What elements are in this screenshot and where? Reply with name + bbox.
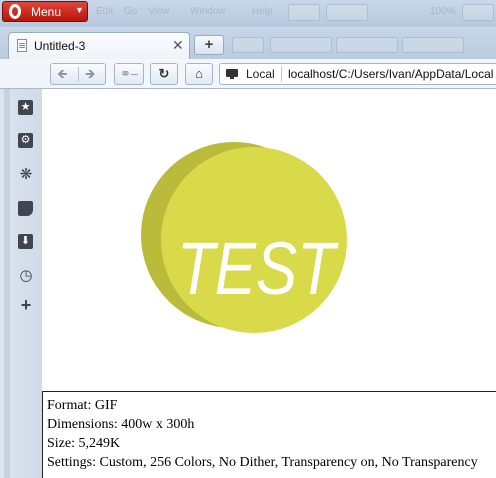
- notes-icon[interactable]: [17, 200, 35, 218]
- page-content: TEST: [42, 89, 496, 391]
- security-label[interactable]: Local: [246, 67, 275, 81]
- faint-toolbar-box: [270, 37, 332, 53]
- menu-label: Menu: [31, 5, 62, 19]
- bookmarks-icon[interactable]: ★: [17, 99, 35, 117]
- plus-icon: +: [204, 36, 214, 53]
- reload-icon: ↻: [158, 66, 170, 81]
- key-icon: ⚭–: [119, 66, 139, 81]
- size-line: Size: 5,249K: [47, 436, 121, 451]
- tab-strip: Untitled-3 ✕ +: [0, 27, 496, 59]
- menubar-faint-item: Go: [124, 6, 138, 17]
- settings-line: Settings: Custom, 256 Colors, No Dither,…: [47, 455, 478, 470]
- key-button[interactable]: ⚭–: [114, 63, 144, 85]
- faint-toolbar-box: [402, 37, 464, 53]
- menubar-faint-item: Edit: [96, 6, 114, 17]
- faint-toolbar-box: [336, 37, 398, 53]
- image-info-panel: Format: GIF Dimensions: 400w x 300h Size…: [42, 391, 496, 478]
- sidebar-panel: ★ ⚙ ❋ ⬇ ◷ +: [0, 89, 42, 478]
- opera-menu-button[interactable]: Menu ▼: [2, 1, 88, 22]
- format-line: Format: GIF: [47, 398, 118, 413]
- menubar-faint-item: Help: [252, 6, 273, 17]
- downloads-icon[interactable]: ⬇: [17, 233, 35, 251]
- back-icon[interactable]: 🡸: [57, 64, 68, 83]
- opera-logo-icon: [9, 4, 21, 19]
- tab-title: Untitled-3: [34, 39, 86, 53]
- faint-toolbar-box: [232, 37, 264, 53]
- new-tab-button[interactable]: +: [194, 35, 224, 55]
- home-button[interactable]: ⌂: [185, 63, 213, 85]
- address-bar[interactable]: Local localhost/C:/Users/Ivan/AppData/Lo…: [219, 63, 496, 85]
- monitor-icon: [226, 69, 238, 79]
- title-bar: Menu ▼ Edit Go View Window Help 100%: [0, 0, 496, 27]
- address-toolbar: 🡸 🡺 ⚭– ↻ ⌂ Local localhost/C:/Users/Ivan…: [0, 59, 496, 89]
- faint-toolbar-box: [288, 4, 320, 21]
- reload-button[interactable]: ↻: [150, 63, 178, 85]
- test-logo-image: TEST: [141, 142, 347, 333]
- dimensions-line: Dimensions: 400w x 300h: [47, 417, 195, 432]
- close-tab-icon[interactable]: ✕: [172, 37, 184, 54]
- chevron-down-icon: ▼: [75, 5, 84, 15]
- settings-icon[interactable]: ⚙: [17, 132, 35, 150]
- faint-toolbar-box: [326, 4, 368, 21]
- back-forward-group: 🡸 🡺: [50, 63, 106, 85]
- document-icon: [17, 39, 27, 52]
- faint-toolbar-box: [462, 4, 494, 21]
- add-panel-icon[interactable]: +: [17, 296, 35, 314]
- url-input[interactable]: localhost/C:/Users/Ivan/AppData/Local: [288, 67, 493, 81]
- forward-icon[interactable]: 🡺: [85, 64, 96, 83]
- tab-untitled-3[interactable]: Untitled-3 ✕: [8, 32, 190, 59]
- menubar-faint-item: Window: [190, 6, 226, 17]
- history-icon[interactable]: ◷: [17, 267, 35, 285]
- menubar-faint-item: View: [148, 6, 170, 17]
- sidebar-toggle-strip[interactable]: [4, 89, 10, 478]
- unite-icon[interactable]: ❋: [17, 166, 35, 184]
- logo-text: TEST: [177, 227, 339, 310]
- menubar-faint-item: 100%: [430, 6, 456, 17]
- home-icon: ⌂: [195, 66, 203, 81]
